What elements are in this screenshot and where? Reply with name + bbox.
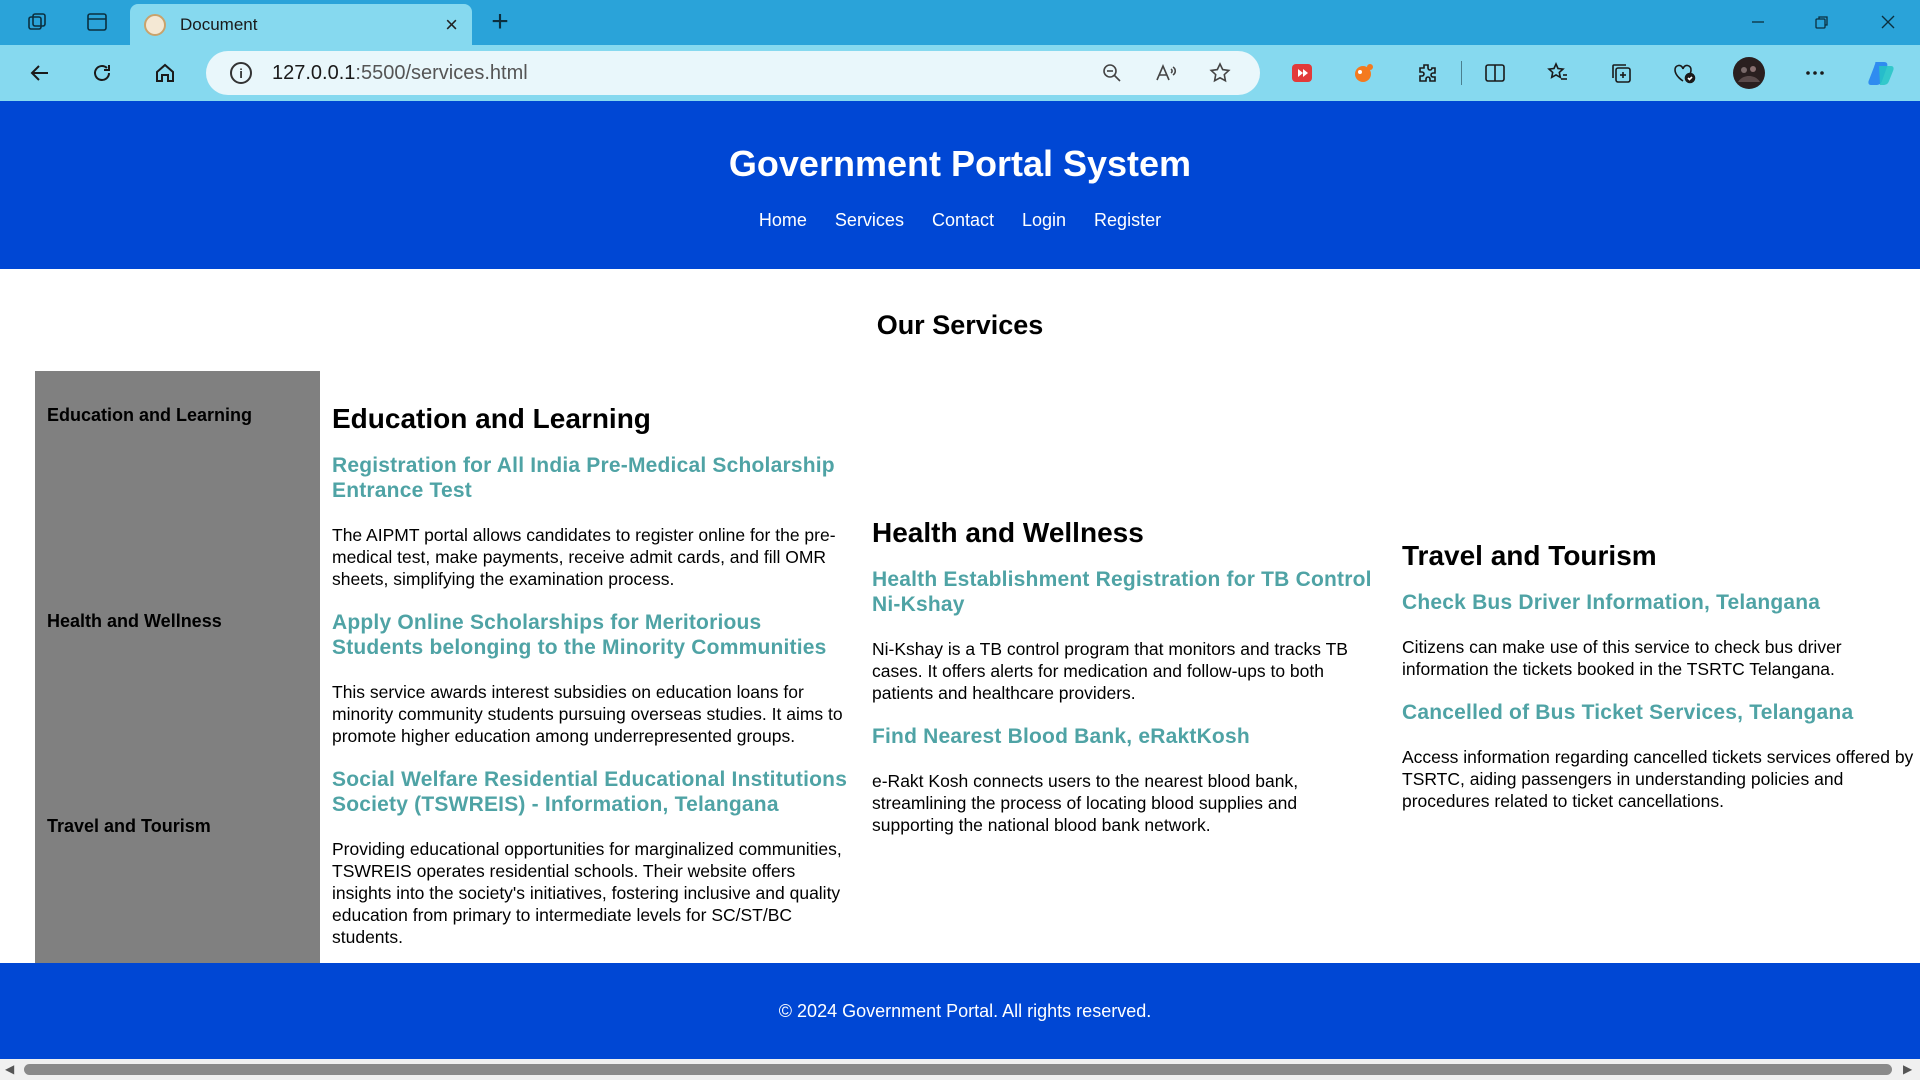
nav-link-contact[interactable]: Contact (932, 210, 994, 231)
browser-essentials-icon[interactable] (1667, 57, 1701, 89)
sidebar-item-health[interactable]: Health and Wellness (47, 611, 222, 632)
service-description: Access information regarding cancelled t… (1402, 747, 1914, 811)
home-icon[interactable] (145, 55, 185, 91)
sidebar-item-travel[interactable]: Travel and Tourism (47, 816, 211, 837)
url-path: :5500/services.html (355, 61, 528, 84)
workspaces-icon[interactable] (15, 6, 59, 38)
nav-link-login[interactable]: Login (1022, 210, 1066, 231)
refresh-icon[interactable] (82, 55, 122, 91)
url-host: 127.0.0.1 (272, 61, 356, 84)
tab-actions-icon[interactable] (75, 6, 119, 38)
zoom-out-icon[interactable] (1096, 59, 1128, 87)
back-arrow-icon[interactable] (20, 55, 60, 91)
service-link-tswreis[interactable]: Social Welfare Residential Educational I… (332, 767, 852, 817)
new-tab-icon[interactable]: + (480, 4, 520, 40)
favorites-icon[interactable] (1541, 57, 1575, 89)
tab-favicon-icon (144, 13, 166, 36)
toolbar-divider (1461, 61, 1462, 85)
browser-toolbar: i 127.0.0.1:5500/services.html (0, 45, 1920, 101)
scroll-right-icon[interactable]: ▶ (1903, 1062, 1912, 1076)
service-link-nikshay[interactable]: Health Establishment Registration for TB… (872, 567, 1382, 617)
info-icon[interactable]: i (230, 62, 252, 84)
service-description: Citizens can make use of this service to… (1402, 637, 1842, 679)
section-health: Health and Wellness Health Establishment… (872, 517, 1382, 836)
service-link-bus-driver-info[interactable]: Check Bus Driver Information, Telangana (1402, 590, 1914, 615)
close-tab-icon[interactable]: × (445, 12, 458, 38)
nav-link-register[interactable]: Register (1094, 210, 1161, 231)
split-screen-icon[interactable] (1478, 57, 1512, 89)
orange-extension-icon[interactable] (1347, 57, 1381, 89)
section-education: Education and Learning Registration for … (332, 403, 852, 948)
nav-link-services[interactable]: Services (835, 210, 904, 231)
site-title: Government Portal System (728, 143, 1192, 184)
service-description: Ni-Kshay is a TB control program that mo… (872, 639, 1348, 703)
minimize-icon[interactable] (1728, 6, 1788, 38)
section-title: Travel and Tourism (1402, 540, 1657, 571)
read-aloud-icon[interactable] (1150, 59, 1182, 87)
collections-icon[interactable] (1604, 57, 1638, 89)
site-footer: © 2024 Government Portal. All rights res… (0, 963, 1920, 1059)
browser-tab-bar: Document × + (0, 0, 1920, 45)
more-options-icon[interactable] (1798, 57, 1832, 89)
services-sidebar: Education and Learning Health and Wellne… (35, 371, 320, 963)
service-description: The AIPMT portal allows candidates to re… (332, 525, 836, 589)
tab-title: Document (180, 14, 258, 34)
video-extension-icon[interactable] (1285, 57, 1319, 89)
service-link-cancelled-tickets[interactable]: Cancelled of Bus Ticket Services, Telang… (1402, 700, 1914, 725)
service-link-minority-scholarship[interactable]: Apply Online Scholarships for Meritoriou… (332, 610, 852, 660)
site-header: Government Portal System Home Services C… (0, 101, 1920, 269)
nav-link-home[interactable]: Home (759, 210, 807, 231)
address-bar[interactable]: i 127.0.0.1:5500/services.html (206, 51, 1260, 95)
section-title: Education and Learning (332, 403, 651, 434)
service-description: e-Rakt Kosh connects users to the neares… (872, 771, 1299, 835)
favorite-star-icon[interactable] (1204, 59, 1236, 87)
site-nav: Home Services Contact Login Register (0, 210, 1920, 231)
scroll-left-icon[interactable]: ◀ (5, 1062, 14, 1076)
restore-icon[interactable] (1792, 6, 1852, 38)
service-link-eraktkosh[interactable]: Find Nearest Blood Bank, eRaktKosh (872, 724, 1382, 749)
service-description: This service awards interest subsidies o… (332, 682, 843, 746)
section-travel: Travel and Tourism Check Bus Driver Info… (1402, 540, 1914, 812)
extensions-puzzle-icon[interactable] (1410, 57, 1444, 89)
close-window-icon[interactable] (1858, 6, 1918, 38)
scrollbar-thumb[interactable] (24, 1064, 1892, 1075)
page-title: Our Services (876, 310, 1044, 340)
copilot-icon[interactable] (1864, 57, 1898, 89)
footer-copyright: © 2024 Government Portal. All rights res… (778, 1001, 1152, 1021)
tab-document[interactable]: Document × (130, 4, 472, 45)
service-description: Providing educational opportunities for … (332, 839, 842, 947)
horizontal-scrollbar[interactable]: ◀ ▶ (0, 1059, 1920, 1080)
sidebar-item-education[interactable]: Education and Learning (47, 405, 252, 426)
service-link-aipmt[interactable]: Registration for All India Pre-Medical S… (332, 453, 852, 503)
profile-avatar-icon[interactable] (1732, 57, 1766, 89)
section-title: Health and Wellness (872, 517, 1144, 548)
